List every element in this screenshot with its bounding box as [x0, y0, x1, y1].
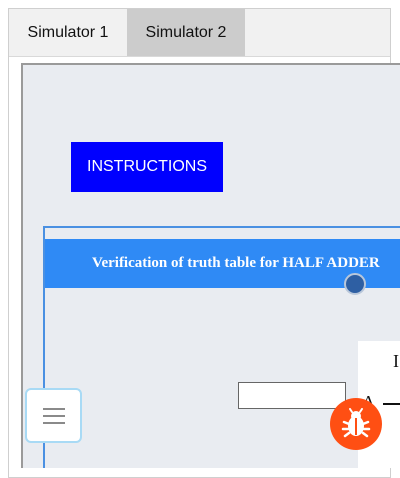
tab-simulator-2[interactable]: Simulator 2	[127, 9, 245, 56]
panel-drag-handle[interactable]	[344, 273, 366, 295]
tab-simulator-1[interactable]: Simulator 1	[9, 9, 127, 56]
hamburger-menu-icon	[42, 407, 65, 424]
menu-button[interactable]	[25, 388, 82, 443]
panel-title: Verification of truth table for HALF ADD…	[92, 255, 380, 271]
circuit-label-partial: I	[393, 351, 399, 371]
bug-report-button[interactable]	[330, 398, 382, 450]
instructions-button[interactable]: INSTRUCTIONS	[71, 142, 223, 192]
bug-icon	[341, 408, 371, 438]
input-a-wire	[383, 403, 400, 405]
value-input[interactable]	[238, 382, 346, 409]
